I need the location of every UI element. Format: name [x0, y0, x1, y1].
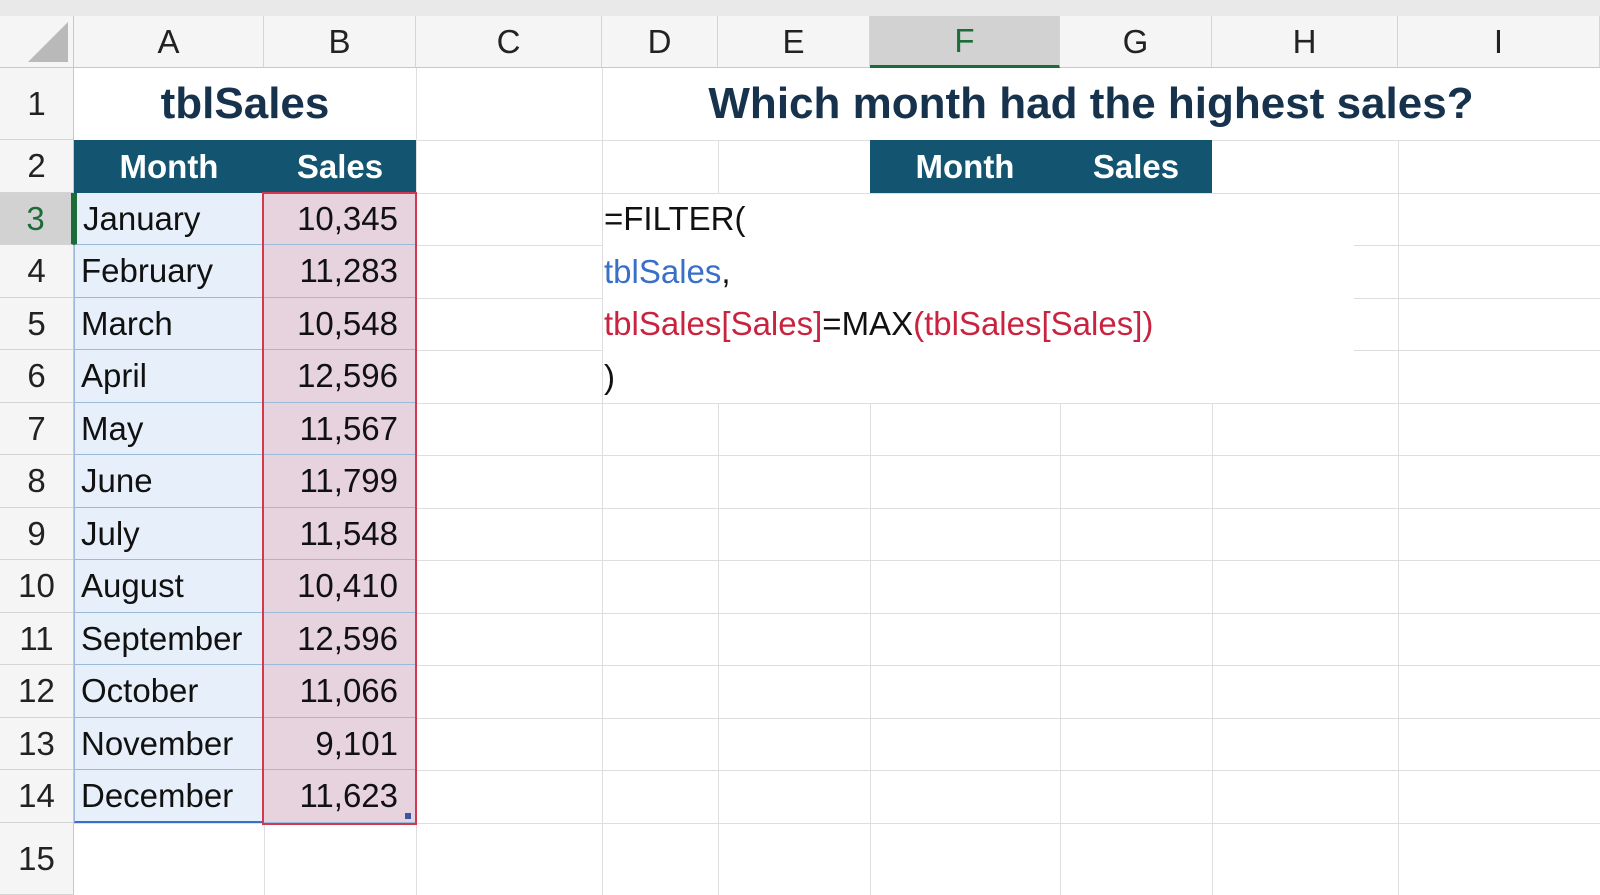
table-row-sales[interactable]: 10,345 — [264, 193, 416, 245]
gridline — [718, 140, 719, 193]
row-header-14[interactable]: 14 — [0, 770, 74, 823]
question-title[interactable]: Which month had the highest sales? — [602, 68, 1600, 140]
row-header-1[interactable]: 1 — [0, 68, 74, 140]
table-row-month[interactable]: September — [74, 613, 264, 665]
table-row-month[interactable]: October — [74, 665, 264, 718]
row-header-5[interactable]: 5 — [0, 298, 74, 350]
table-title[interactable]: tblSales — [74, 68, 416, 140]
formula-max-function: =MAX — [822, 305, 914, 342]
gridline — [416, 613, 1600, 614]
gridline — [74, 823, 416, 824]
table-row-sales[interactable]: 11,799 — [264, 455, 416, 508]
row-header-13[interactable]: 13 — [0, 718, 74, 770]
row-header-7[interactable]: 7 — [0, 403, 74, 455]
gridline — [416, 560, 1600, 561]
table-row-month[interactable]: February — [74, 245, 264, 298]
top-strip — [0, 0, 1600, 16]
gridline — [264, 823, 265, 895]
table-row-sales[interactable]: 12,596 — [264, 613, 416, 665]
gridline — [416, 245, 602, 246]
gridline — [1398, 140, 1399, 895]
gridline — [416, 298, 602, 299]
gridline — [416, 403, 1600, 404]
row-header-15[interactable]: 15 — [0, 823, 74, 895]
row-header-9[interactable]: 9 — [0, 508, 74, 560]
gridline — [416, 718, 1600, 719]
column-header-f[interactable]: F — [870, 16, 1060, 68]
formula-line-2: tblSales, — [604, 245, 731, 298]
select-all-triangle-icon — [28, 22, 68, 62]
formula-max-arg: (tblSales[Sales]) — [913, 305, 1154, 342]
table-row-sales[interactable]: 12,596 — [264, 350, 416, 403]
gridline — [1354, 298, 1600, 299]
table-row-month[interactable]: April — [74, 350, 264, 403]
formula-criteria-ref: tblSales[Sales] — [604, 305, 823, 342]
formula-line-1: =FILTER( — [604, 193, 746, 245]
result-header-month[interactable]: Month — [870, 140, 1060, 193]
column-header-b[interactable]: B — [264, 16, 416, 68]
table-row-month[interactable]: June — [74, 455, 264, 508]
table-row-sales[interactable]: 11,623 — [264, 770, 416, 823]
column-header-a[interactable]: A — [74, 16, 264, 68]
gridline — [416, 350, 602, 351]
row-header-4[interactable]: 4 — [0, 245, 74, 298]
table-row-month[interactable]: December — [74, 770, 264, 823]
gridline — [416, 665, 1600, 666]
formula-line-3: tblSales[Sales] =MAX (tblSales[Sales]) — [604, 298, 1153, 350]
column-header-h[interactable]: H — [1212, 16, 1398, 68]
column-header-g[interactable]: G — [1060, 16, 1212, 68]
gridline — [416, 770, 1600, 771]
formula-comma: , — [721, 252, 731, 290]
row-header-3[interactable]: 3 — [0, 193, 74, 245]
row-header-10[interactable]: 10 — [0, 560, 74, 613]
table-row-sales[interactable]: 11,567 — [264, 403, 416, 455]
row-header-6[interactable]: 6 — [0, 350, 74, 403]
row-header-2[interactable]: 2 — [0, 140, 74, 193]
table-row-sales[interactable]: 10,410 — [264, 560, 416, 613]
gridline — [416, 823, 1600, 824]
table-row-month[interactable]: May — [74, 403, 264, 455]
formula-filter: =FILTER( — [604, 200, 746, 237]
table-row-sales[interactable]: 11,066 — [264, 665, 416, 718]
table-row-sales[interactable]: 9,101 — [264, 718, 416, 770]
row-header-11[interactable]: 11 — [0, 613, 74, 665]
column-header-i[interactable]: I — [1398, 16, 1600, 68]
gridline — [1060, 403, 1061, 895]
table-row-month[interactable]: July — [74, 508, 264, 560]
result-header-sales[interactable]: Sales — [1060, 140, 1212, 193]
table-resize-handle-icon[interactable] — [405, 813, 411, 819]
table-row-sales[interactable]: 11,548 — [264, 508, 416, 560]
table-row-sales[interactable]: 11,283 — [264, 245, 416, 298]
table-header-sales[interactable]: Sales — [264, 140, 416, 193]
table-row-month[interactable]: January — [74, 193, 264, 245]
formula-close-paren: ) — [604, 357, 615, 395]
gridline — [718, 403, 719, 895]
row-header-12[interactable]: 12 — [0, 665, 74, 718]
select-all-corner[interactable] — [0, 16, 74, 68]
gridline — [416, 508, 1600, 509]
table-row-month[interactable]: March — [74, 298, 264, 350]
gridline — [1354, 245, 1600, 246]
row-header-8[interactable]: 8 — [0, 455, 74, 508]
gridline — [1212, 403, 1213, 895]
gridline — [1354, 350, 1600, 351]
formula-line-4: ) — [604, 350, 615, 403]
column-header-e[interactable]: E — [718, 16, 870, 68]
table-row-month[interactable]: August — [74, 560, 264, 613]
gridline — [416, 455, 1600, 456]
table-header-month[interactable]: Month — [74, 140, 264, 193]
table-row-month[interactable]: November — [74, 718, 264, 770]
column-header-c[interactable]: C — [416, 16, 602, 68]
column-header-d[interactable]: D — [602, 16, 718, 68]
gridline — [870, 403, 871, 895]
gridline — [416, 193, 1600, 194]
table-row-sales[interactable]: 10,548 — [264, 298, 416, 350]
formula-array-ref: tblSales — [604, 252, 722, 290]
